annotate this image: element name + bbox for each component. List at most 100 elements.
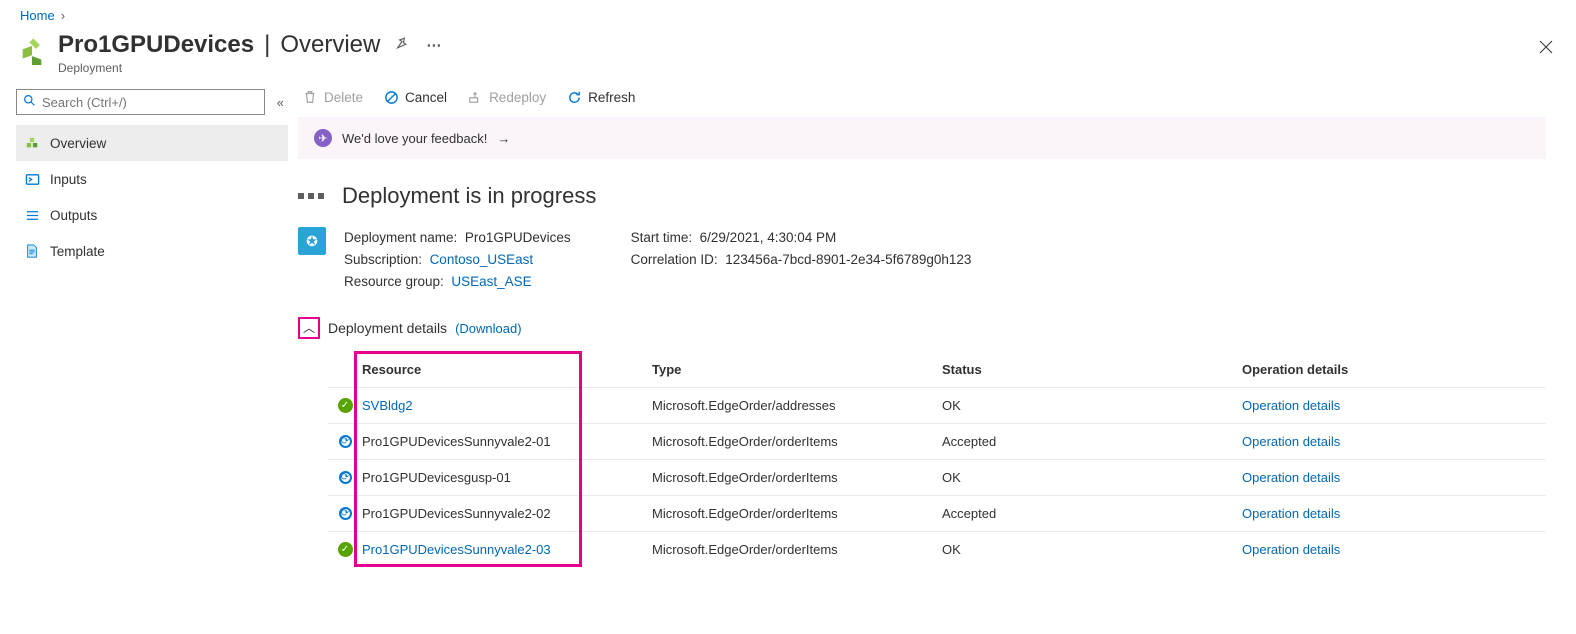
status-progress-icon: ⟳: [339, 471, 352, 484]
sidebar-item-overview[interactable]: Overview: [16, 125, 288, 161]
page-title: Pro1GPUDevices: [58, 31, 254, 59]
resource-link[interactable]: SVBldg2: [362, 398, 413, 413]
col-header-resource: Resource: [362, 362, 652, 377]
resource-type: Microsoft.EdgeOrder/orderItems: [652, 542, 942, 557]
status-ok-icon: ✓: [338, 542, 353, 557]
feedback-banner[interactable]: ✈ We'd love your feedback! →: [298, 117, 1546, 159]
feedback-text: We'd love your feedback!: [342, 131, 487, 146]
col-header-operation-details: Operation details: [1242, 362, 1546, 377]
operation-details-link[interactable]: Operation details: [1242, 434, 1340, 449]
progress-dots-icon: [298, 193, 328, 199]
arrow-right-icon: →: [497, 131, 510, 146]
chevron-right-icon: ›: [61, 8, 65, 23]
refresh-label: Refresh: [588, 90, 635, 105]
col-header-type: Type: [652, 362, 942, 377]
breadcrumb-home-link[interactable]: Home: [20, 8, 55, 23]
search-input[interactable]: [42, 95, 258, 110]
inputs-icon: [24, 171, 40, 187]
resource-status: OK: [942, 542, 1242, 557]
sidebar-item-outputs[interactable]: Outputs: [16, 197, 288, 233]
resource-type: Microsoft.EdgeOrder/addresses: [652, 398, 942, 413]
feedback-icon: ✈: [314, 129, 332, 147]
template-icon: [24, 243, 40, 259]
resource-name: Pro1GPUDevicesSunnyvale2-01: [362, 434, 652, 449]
deployment-badge-icon: ✪: [298, 227, 326, 255]
table-header-row: Resource Type Status Operation details: [328, 351, 1546, 387]
resource-status: OK: [942, 398, 1242, 413]
redeploy-label: Redeploy: [489, 90, 546, 105]
operation-details-link[interactable]: Operation details: [1242, 398, 1340, 413]
outputs-icon: [24, 207, 40, 223]
pin-icon[interactable]: [390, 32, 412, 58]
refresh-button[interactable]: Refresh: [566, 89, 635, 105]
resource-name: Pro1GPUDevicesgusp-01: [362, 470, 652, 485]
overview-icon: [24, 135, 40, 151]
status-ok-icon: ✓: [338, 398, 353, 413]
resource-group-link[interactable]: USEast_ASE: [451, 274, 531, 289]
subscription-link[interactable]: Contoso_USEast: [430, 252, 534, 267]
start-time-label: Start time:: [631, 230, 693, 245]
page-subtitle: Deployment: [58, 61, 1518, 75]
sidebar-item-label: Outputs: [50, 208, 97, 223]
search-icon: [23, 94, 36, 110]
page-title-divider: |: [264, 31, 270, 59]
page-title-section: Overview: [280, 31, 380, 59]
deployment-name-label: Deployment name:: [344, 230, 457, 245]
resource-type: Microsoft.EdgeOrder/orderItems: [652, 470, 942, 485]
table-row: ✓ Pro1GPUDevicesSunnyvale2-03 Microsoft.…: [328, 531, 1546, 567]
status-progress-icon: ⟳: [339, 435, 352, 448]
redeploy-icon: [467, 89, 483, 105]
breadcrumb: Home ›: [0, 0, 1576, 25]
table-row: ⟳ Pro1GPUDevicesSunnyvale2-02 Microsoft.…: [328, 495, 1546, 531]
sidebar-item-label: Inputs: [50, 172, 87, 187]
collapse-sidebar-icon[interactable]: «: [273, 91, 288, 114]
resource-type: Microsoft.EdgeOrder/orderItems: [652, 434, 942, 449]
correlation-id-label: Correlation ID:: [631, 252, 718, 267]
table-row: ✓ SVBldg2 Microsoft.EdgeOrder/addresses …: [328, 387, 1546, 423]
start-time-value: 6/29/2021, 4:30:04 PM: [700, 230, 837, 245]
deployment-details-heading: Deployment details: [328, 320, 447, 336]
table-row: ⟳ Pro1GPUDevicesgusp-01 Microsoft.EdgeOr…: [328, 459, 1546, 495]
toolbar: Delete Cancel Redeploy Refresh: [288, 87, 1546, 117]
page-header: Pro1GPUDevices | Overview ⋯ Deployment: [0, 25, 1538, 83]
resource-status: Accepted: [942, 506, 1242, 521]
trash-icon: [302, 89, 318, 105]
sidebar: « Overview Inputs Outputs Template: [0, 83, 288, 567]
close-button[interactable]: [1538, 25, 1576, 58]
sidebar-item-label: Template: [50, 244, 105, 259]
resource-group-label: Resource group:: [344, 274, 444, 289]
deployment-resource-icon: [18, 37, 46, 65]
main-content: Delete Cancel Redeploy Refresh: [288, 83, 1576, 567]
sidebar-item-inputs[interactable]: Inputs: [16, 161, 288, 197]
status-title: Deployment is in progress: [342, 183, 596, 209]
delete-button: Delete: [302, 89, 363, 105]
status-header: Deployment is in progress: [288, 183, 1546, 227]
cancel-label: Cancel: [405, 90, 447, 105]
resource-name: Pro1GPUDevicesSunnyvale2-02: [362, 506, 652, 521]
delete-label: Delete: [324, 90, 363, 105]
table-row: ⟳ Pro1GPUDevicesSunnyvale2-01 Microsoft.…: [328, 423, 1546, 459]
collapse-details-toggle[interactable]: ︿: [298, 317, 320, 339]
col-header-status: Status: [942, 362, 1242, 377]
resource-status: Accepted: [942, 434, 1242, 449]
operation-details-link[interactable]: Operation details: [1242, 470, 1340, 485]
more-icon[interactable]: ⋯: [422, 32, 445, 58]
search-box[interactable]: [16, 89, 265, 115]
resource-status: OK: [942, 470, 1242, 485]
redeploy-button: Redeploy: [467, 89, 546, 105]
refresh-icon: [566, 89, 582, 105]
operation-details-link[interactable]: Operation details: [1242, 542, 1340, 557]
operation-details-link[interactable]: Operation details: [1242, 506, 1340, 521]
sidebar-item-label: Overview: [50, 136, 106, 151]
download-link[interactable]: (Download): [455, 321, 521, 336]
cancel-icon: [383, 89, 399, 105]
cancel-button[interactable]: Cancel: [383, 89, 447, 105]
deployment-name-value: Pro1GPUDevices: [465, 230, 571, 245]
resource-type: Microsoft.EdgeOrder/orderItems: [652, 506, 942, 521]
status-progress-icon: ⟳: [339, 507, 352, 520]
subscription-label: Subscription:: [344, 252, 422, 267]
deployment-details-table: Resource Type Status Operation details ✓…: [328, 351, 1546, 567]
correlation-id-value: 123456a-7bcd-8901-2e34-5f6789g0h123: [725, 252, 971, 267]
sidebar-item-template[interactable]: Template: [16, 233, 288, 269]
resource-link[interactable]: Pro1GPUDevicesSunnyvale2-03: [362, 542, 551, 557]
